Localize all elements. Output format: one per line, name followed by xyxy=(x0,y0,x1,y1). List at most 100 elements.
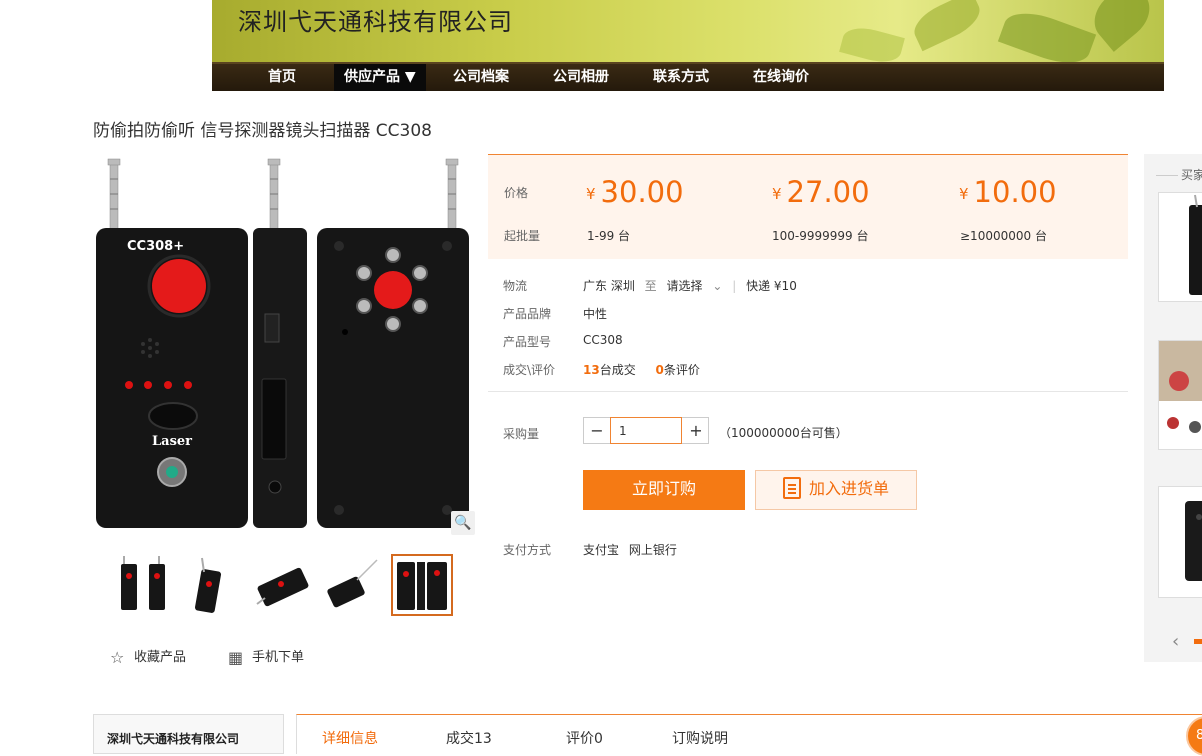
review-count: 0 xyxy=(655,363,664,377)
brand-label: 产品品牌 xyxy=(503,307,552,321)
quantity-decrease-button[interactable]: − xyxy=(584,418,610,443)
deals-label: 成交\评价 xyxy=(503,363,556,377)
moq-tier-2: 100-9999999 台 xyxy=(772,229,869,243)
banner-leaf-decoration xyxy=(908,0,986,52)
thumbnail-image xyxy=(121,556,165,610)
product-main-image[interactable]: CC308+ Laser xyxy=(93,154,475,536)
brand-value: 中性 xyxy=(583,307,608,321)
nav-products[interactable]: 供应产品 ▼ xyxy=(334,64,426,91)
price-label: 价格 xyxy=(504,186,529,200)
ship-from: 广东 深圳 xyxy=(583,279,635,293)
nav-company-album[interactable]: 公司相册 xyxy=(553,64,609,91)
nav-online-inquiry[interactable]: 在线询价 xyxy=(753,64,809,91)
product-thumbnail[interactable] xyxy=(180,554,242,616)
add-to-cart-button[interactable]: 加入进货单 xyxy=(755,470,917,510)
nav-company-profile[interactable]: 公司档案 xyxy=(453,64,509,91)
banner-leaf-decoration xyxy=(1084,0,1160,52)
tab-details[interactable]: 详细信息 xyxy=(322,728,378,748)
tab-transactions[interactable]: 成交13 xyxy=(446,728,492,748)
shop-name[interactable]: 深圳弋天通科技有限公司 xyxy=(107,730,239,747)
related-product-card[interactable] xyxy=(1158,340,1202,450)
currency-symbol: ¥ xyxy=(772,185,782,203)
deal-text[interactable]: 台成交 xyxy=(600,363,636,377)
divider-bar: | xyxy=(732,279,737,293)
nav-home[interactable]: 首页 xyxy=(268,64,296,91)
carousel-indicator[interactable] xyxy=(1194,639,1202,644)
favorite-product-button[interactable]: ☆ 收藏产品 xyxy=(110,646,186,667)
payment-label: 支付方式 xyxy=(503,543,552,557)
price-tier-1: ¥30.00 xyxy=(586,175,684,209)
price-value: 27.00 xyxy=(786,175,870,209)
moq-label: 起批量 xyxy=(504,229,541,243)
product-thumbnail[interactable] xyxy=(251,554,313,616)
quantity-input[interactable] xyxy=(610,417,682,444)
clipboard-icon xyxy=(782,477,801,499)
star-icon: ☆ xyxy=(110,648,125,667)
logistics-label: 物流 xyxy=(503,279,528,293)
related-product-image xyxy=(1159,341,1202,433)
chevron-left-icon[interactable]: ‹ xyxy=(1172,631,1179,652)
add-to-cart-label: 加入进货单 xyxy=(808,481,889,498)
deal-count: 13 xyxy=(583,363,600,377)
currency-symbol: ¥ xyxy=(959,185,969,203)
price-tier-3: ¥10.00 xyxy=(959,175,1057,209)
price-value: 10.00 xyxy=(973,175,1057,209)
header-banner: 深圳弋天通科技有限公司 xyxy=(212,0,1164,62)
chevron-down-icon: ⌄ xyxy=(712,279,723,293)
quantity-stepper: − + xyxy=(583,417,709,444)
related-product-image xyxy=(1185,501,1202,581)
quantity-label: 采购量 xyxy=(503,427,540,441)
price-value: 30.00 xyxy=(600,175,684,209)
zoom-icon[interactable]: 🔍 xyxy=(451,511,475,535)
product-thumbnail[interactable] xyxy=(321,554,383,616)
payment-alipay: 支付宝 xyxy=(583,543,620,557)
detector-device-image: CC308+ Laser xyxy=(96,158,469,528)
shop-info-box: 深圳弋天通科技有限公司 xyxy=(93,714,284,754)
related-product-card[interactable] xyxy=(1158,192,1202,302)
section-divider xyxy=(488,391,1128,392)
deals-row: 13台成交 0条评价 xyxy=(583,361,700,378)
thumbnail-image xyxy=(194,557,222,613)
product-thumbnail[interactable] xyxy=(109,554,171,616)
tab-order-notes[interactable]: 订购说明 xyxy=(672,728,728,748)
nav-contact[interactable]: 联系方式 xyxy=(653,64,709,91)
review-text[interactable]: 条评价 xyxy=(664,363,700,377)
mobile-order-button[interactable]: ▦ 手机下单 xyxy=(228,646,304,667)
detail-tabs: 详细信息 成交13 评价0 订购说明 xyxy=(296,714,1202,754)
main-nav: 首页 供应产品 ▼ 公司档案 公司相册 联系方式 在线询价 xyxy=(212,62,1164,91)
thumbnail-image xyxy=(327,559,378,608)
model-label: 产品型号 xyxy=(503,335,552,349)
moq-tier-1: 1-99 台 xyxy=(587,229,631,243)
thumbnail-image xyxy=(256,567,309,607)
price-panel: 价格 起批量 ¥30.00 ¥27.00 ¥10.00 1-99 台 100-9… xyxy=(488,154,1128,259)
logistics-row: 广东 深圳 至 请选择 ⌄ | 快递 ¥10 xyxy=(583,277,797,294)
related-products-sidebar: 买家 ‹ xyxy=(1144,154,1202,662)
buy-now-button[interactable]: 立即订购 xyxy=(583,470,745,510)
shipping-cost: 快递 ¥10 xyxy=(746,279,797,293)
sidebar-title: 买家 xyxy=(1156,166,1202,183)
tab-reviews[interactable]: 评价0 xyxy=(566,728,603,748)
destination-select-label: 请选择 xyxy=(666,279,703,293)
payment-online-bank: 网上银行 xyxy=(628,543,677,557)
mobile-order-label: 手机下单 xyxy=(252,650,305,665)
favorite-label: 收藏产品 xyxy=(134,650,187,665)
qrcode-icon: ▦ xyxy=(228,648,244,667)
product-title: 防偷拍防偷听 信号探测器镜头扫描器 CC308 xyxy=(93,121,432,141)
ship-to-word: 至 xyxy=(644,279,657,293)
destination-select[interactable]: 请选择 ⌄ xyxy=(667,279,723,293)
banner-leaf-decoration xyxy=(997,3,1097,62)
device-laser-label: Laser xyxy=(152,434,192,449)
moq-tier-3: ≥10000000 台 xyxy=(960,229,1047,243)
quantity-increase-button[interactable]: + xyxy=(683,418,709,443)
thumbnail-image xyxy=(397,562,447,610)
company-title: 深圳弋天通科技有限公司 xyxy=(238,8,513,36)
device-model-label: CC308+ xyxy=(127,239,184,254)
payment-methods: 支付宝 网上银行 xyxy=(583,541,677,558)
banner-leaf-decoration xyxy=(839,22,905,62)
stock-available: （100000000台可售） xyxy=(719,426,848,440)
price-tier-2: ¥27.00 xyxy=(772,175,870,209)
product-thumbnail-selected[interactable] xyxy=(391,554,453,616)
related-product-image xyxy=(1189,194,1202,295)
related-product-card[interactable] xyxy=(1158,486,1202,598)
currency-symbol: ¥ xyxy=(586,185,596,203)
